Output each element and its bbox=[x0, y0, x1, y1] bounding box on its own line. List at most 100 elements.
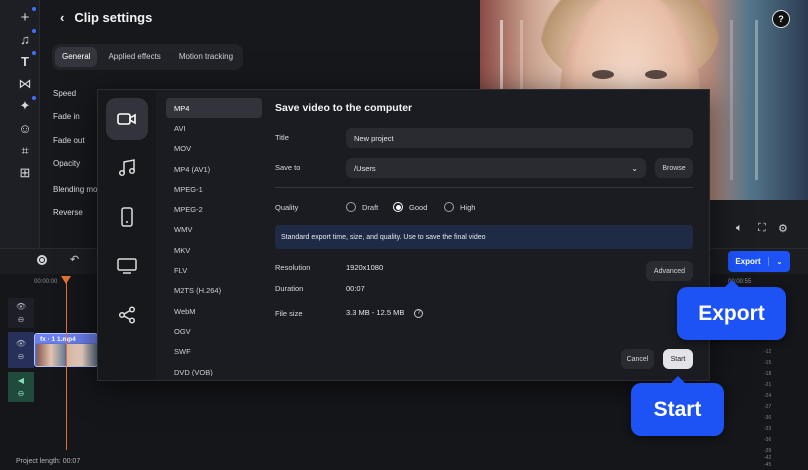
timeline-start-time: 00:00:00 bbox=[34, 279, 58, 285]
settings-gear-icon[interactable]: ⚙ bbox=[778, 222, 788, 235]
dialog-title: Save video to the computer bbox=[275, 102, 413, 114]
tv-icon bbox=[117, 258, 137, 274]
radio-draft-label: Draft bbox=[362, 202, 379, 212]
format-item-wmv[interactable]: WMV bbox=[166, 220, 262, 240]
quality-label: Quality bbox=[275, 203, 299, 212]
export-button-label: Export bbox=[728, 257, 769, 266]
category-mobile[interactable] bbox=[106, 196, 148, 238]
format-item-mkv[interactable]: MKV bbox=[166, 240, 262, 260]
export-button[interactable]: Export ⌄ bbox=[728, 251, 790, 272]
format-item-mpeg2[interactable]: MPEG-2 bbox=[166, 199, 262, 219]
format-item-flv[interactable]: FLV bbox=[166, 260, 262, 280]
apps-icon[interactable]: ⊞ bbox=[16, 164, 34, 182]
radio-draft[interactable] bbox=[346, 202, 356, 212]
property-speed: Speed bbox=[53, 89, 77, 98]
link-icon[interactable]: ⊖ bbox=[18, 389, 25, 398]
quality-option-draft[interactable]: Draft bbox=[346, 202, 378, 212]
category-video[interactable] bbox=[106, 98, 148, 140]
undo-icon[interactable]: ↶ bbox=[70, 253, 79, 266]
save-to-select[interactable]: /Users ⌄ bbox=[346, 158, 646, 178]
radio-good[interactable] bbox=[393, 202, 403, 212]
browse-button[interactable]: Browse bbox=[655, 158, 693, 178]
track-header-audio: ◀︎ ⊖ bbox=[8, 372, 34, 402]
filesize-label: File size bbox=[275, 309, 303, 318]
property-fade-out: Fade out bbox=[53, 136, 85, 145]
fullscreen-icon[interactable]: ⛶ bbox=[758, 222, 766, 235]
mobile-icon bbox=[121, 207, 133, 227]
format-item-avi[interactable]: AVI bbox=[166, 118, 262, 138]
magic-icon[interactable]: ✦ bbox=[16, 96, 36, 115]
format-item-ogv[interactable]: OGV bbox=[166, 321, 262, 341]
record-icon[interactable] bbox=[37, 255, 47, 265]
meter-tick: -39 bbox=[764, 448, 772, 454]
resolution-label: Resolution bbox=[275, 263, 311, 272]
format-item-swf[interactable]: SWF bbox=[166, 342, 262, 362]
format-item-mp4-av1[interactable]: MP4 (AV1) bbox=[166, 159, 262, 179]
clip-settings-tabs: General Applied effects Motion tracking bbox=[52, 44, 244, 70]
duration-value: 00:07 bbox=[346, 284, 365, 293]
quality-option-high[interactable]: High bbox=[444, 202, 475, 212]
music-plus-icon[interactable]: ♫ bbox=[16, 29, 36, 48]
tab-general[interactable]: General bbox=[55, 47, 98, 67]
radio-good-label: Good bbox=[409, 202, 428, 212]
video-icon bbox=[117, 113, 136, 125]
clip-settings-title: Clip settings bbox=[74, 10, 153, 25]
track-header-video: 👁︎ ⊖ bbox=[8, 332, 34, 368]
filesize-value: 3.3 MB - 12.5 MB bbox=[346, 308, 405, 317]
meter-tick: -12 bbox=[764, 349, 772, 355]
property-opacity: Opacity bbox=[53, 159, 81, 168]
share-icon bbox=[118, 306, 136, 324]
meter-tick: -33 bbox=[764, 426, 772, 432]
format-item-mpeg1[interactable]: MPEG-1 bbox=[166, 179, 262, 199]
start-button[interactable]: Start bbox=[663, 349, 693, 369]
radio-high[interactable] bbox=[444, 202, 454, 212]
help-icon[interactable]: ? bbox=[772, 10, 790, 28]
filesize-row: 3.3 MB - 12.5 MB ? bbox=[346, 308, 424, 318]
format-item-mp4[interactable]: MP4 bbox=[166, 98, 262, 119]
meter-tick: -27 bbox=[764, 404, 772, 410]
quality-info: Standard export time, size, and quality.… bbox=[275, 225, 693, 249]
format-item-webm[interactable]: WebM bbox=[166, 301, 262, 321]
category-tv[interactable] bbox=[106, 245, 148, 287]
meter-tick: -42 bbox=[764, 455, 772, 461]
playhead-handle[interactable] bbox=[61, 276, 71, 284]
crop-icon[interactable]: ⌗ bbox=[16, 142, 34, 160]
chevron-down-icon[interactable]: ⌄ bbox=[769, 258, 790, 266]
speaker-icon[interactable]: ◀︎ bbox=[18, 376, 24, 385]
eye-icon[interactable]: 👁︎ bbox=[16, 302, 26, 311]
meter-tick: -24 bbox=[764, 393, 772, 399]
quality-option-good[interactable]: Good bbox=[393, 202, 427, 212]
category-audio[interactable] bbox=[106, 147, 148, 189]
plus-icon[interactable]: + bbox=[16, 7, 36, 26]
clip-label: fx · 1 1.mp4 bbox=[40, 336, 76, 343]
eye-icon[interactable]: 👁︎ bbox=[16, 339, 26, 348]
save-to-value: /Users bbox=[354, 163, 376, 173]
title-input[interactable]: New project bbox=[346, 128, 693, 148]
meter-tick: -30 bbox=[764, 415, 772, 421]
format-item-dvd[interactable]: DVD (VOB) bbox=[166, 362, 262, 377]
advanced-button[interactable]: Advanced bbox=[646, 261, 693, 281]
format-list: MP4 AVI MOV MP4 (AV1) MPEG-1 MPEG-2 WMV … bbox=[166, 98, 262, 376]
track-header-1: 👁︎ ⊖ bbox=[8, 298, 34, 328]
link-icon[interactable]: ⊖ bbox=[18, 352, 25, 361]
transition-icon[interactable]: ⋈ bbox=[16, 75, 34, 93]
format-item-mov[interactable]: MOV bbox=[166, 139, 262, 159]
format-item-m2ts[interactable]: M2TS (H.264) bbox=[166, 281, 262, 301]
text-icon[interactable]: T bbox=[16, 51, 36, 70]
tab-applied-effects[interactable]: Applied effects bbox=[101, 47, 167, 67]
chevron-down-icon: ⌄ bbox=[631, 163, 638, 173]
cancel-button[interactable]: Cancel bbox=[621, 349, 654, 369]
title-label: Title bbox=[275, 133, 289, 142]
export-category-column bbox=[98, 90, 156, 380]
volume-icon[interactable]: 🔈︎ bbox=[736, 222, 743, 235]
help-icon[interactable]: ? bbox=[414, 308, 424, 318]
back-chevron-icon[interactable]: ‹ bbox=[60, 10, 64, 25]
left-tool-rail: + ♫ T ⋈ ✦ ☺ ⌗ ⊞ bbox=[0, 0, 40, 248]
sticker-icon[interactable]: ☺ bbox=[16, 119, 34, 137]
category-share[interactable] bbox=[106, 294, 148, 336]
audio-icon bbox=[118, 159, 136, 177]
playhead[interactable] bbox=[66, 278, 67, 450]
clip-settings-header: ‹ Clip settings bbox=[60, 10, 152, 25]
tab-motion-tracking[interactable]: Motion tracking bbox=[172, 47, 240, 67]
link-icon[interactable]: ⊖ bbox=[18, 315, 25, 324]
